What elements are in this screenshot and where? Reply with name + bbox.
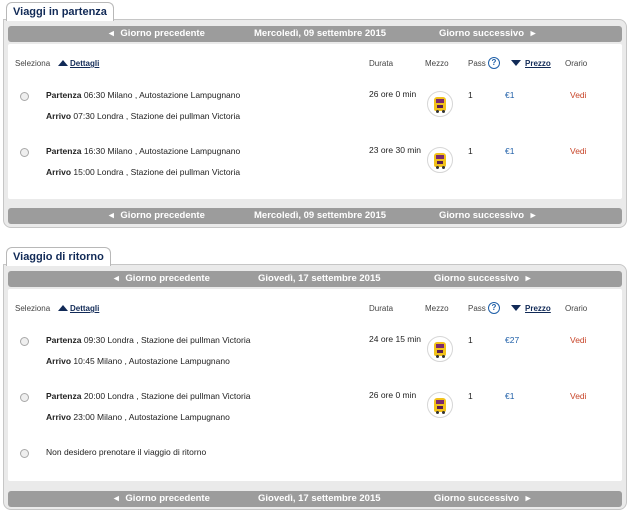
prev-day-link[interactable]: ◂ Giorno precedente — [114, 491, 210, 507]
arrival-text: Arrivo 15:00 Londra , Stazione dei pullm… — [46, 167, 241, 177]
sort-up-icon — [58, 305, 68, 311]
return-nav-bottom: ◂ Giorno precedente Giovedì, 17 settembr… — [8, 491, 622, 507]
duration-text: 26 ore 0 min — [369, 390, 417, 400]
select-radio[interactable] — [20, 92, 29, 101]
departure-text: Partenza 16:30 Milano , Autostazione Lam… — [46, 146, 241, 156]
select-radio[interactable] — [20, 393, 29, 402]
outbound-table: Seleziona Dettagli Durata Mezzo Pass ? P… — [8, 44, 622, 199]
vedi-link[interactable]: Vedi — [570, 146, 587, 156]
col-pass: Pass — [468, 59, 486, 68]
col-timetable: Orario — [565, 304, 588, 313]
arrival-text: Arrivo 07:30 Londra , Stazione dei pullm… — [46, 111, 241, 121]
chevron-right-icon: ▸ — [530, 28, 536, 39]
col-price-link[interactable]: Prezzo — [525, 59, 551, 68]
bus-icon — [427, 392, 453, 418]
duration-text: 26 ore 0 min — [369, 89, 417, 99]
pass-count: 1 — [468, 391, 473, 401]
no-return-label: Non desidero prenotare il viaggio di rit… — [46, 447, 207, 457]
prev-day-link[interactable]: ◂ Giorno precedente — [114, 271, 210, 287]
sort-down-icon — [511, 305, 521, 311]
sort-down-icon — [511, 60, 521, 66]
current-date: Mercoledì, 09 settembre 2015 — [254, 28, 387, 39]
select-radio[interactable] — [20, 148, 29, 157]
price-text: €1 — [505, 391, 515, 401]
current-date: Mercoledì, 09 settembre 2015 — [254, 210, 387, 221]
pass-count: 1 — [468, 90, 473, 100]
outbound-title: Viaggi in partenza — [13, 6, 107, 18]
outbound-tab: Viaggi in partenza — [6, 2, 114, 21]
current-date: Giovedì, 17 settembre 2015 — [258, 273, 381, 284]
vedi-link[interactable]: Vedi — [570, 90, 587, 100]
bus-icon — [427, 147, 453, 173]
vedi-link[interactable]: Vedi — [570, 335, 587, 345]
prev-day-link[interactable]: ◂ Giorno precedente — [109, 26, 205, 42]
departure-text: Partenza 20:00 Londra , Stazione dei pul… — [46, 391, 251, 401]
sort-up-icon — [58, 60, 68, 66]
chevron-right-icon: ▸ — [525, 493, 531, 504]
duration-text: 23 ore 30 min — [369, 145, 421, 155]
chevron-left-icon: ◂ — [109, 210, 114, 221]
arrival-text: Arrivo 10:45 Milano , Autostazione Lampu… — [46, 356, 230, 366]
col-select: Seleziona — [15, 304, 51, 313]
next-day-link[interactable]: Giorno successivo ▸ — [434, 491, 530, 507]
departure-text: Partenza 09:30 Londra , Stazione dei pul… — [46, 335, 251, 345]
col-vehicle: Mezzo — [425, 304, 449, 313]
chevron-right-icon: ▸ — [530, 210, 536, 221]
question-circle-icon[interactable]: ? — [488, 302, 500, 314]
col-timetable: Orario — [565, 59, 588, 68]
pass-count: 1 — [468, 335, 473, 345]
chevron-left-icon: ◂ — [109, 28, 114, 39]
col-vehicle: Mezzo — [425, 59, 449, 68]
departure-text: Partenza 06:30 Milano , Autostazione Lam… — [46, 90, 241, 100]
next-day-link[interactable]: Giorno successivo ▸ — [439, 26, 535, 42]
col-duration: Durata — [369, 304, 394, 313]
next-day-link[interactable]: Giorno successivo ▸ — [439, 208, 535, 224]
return-nav-top: ◂ Giorno precedente Giovedì, 17 settembr… — [8, 271, 622, 287]
outbound-section: ◂ Giorno precedente Mercoledì, 09 settem… — [3, 19, 627, 228]
arrival-text: Arrivo 23:00 Milano , Autostazione Lampu… — [46, 412, 230, 422]
select-radio[interactable] — [20, 337, 29, 346]
col-select: Seleziona — [15, 59, 51, 68]
duration-text: 24 ore 15 min — [369, 334, 421, 344]
bus-icon — [427, 336, 453, 362]
col-duration: Durata — [369, 59, 394, 68]
return-section: ◂ Giorno precedente Giovedì, 17 settembr… — [3, 264, 627, 510]
chevron-right-icon: ▸ — [525, 273, 531, 284]
price-text: €1 — [505, 146, 515, 156]
col-price-link[interactable]: Prezzo — [525, 304, 551, 313]
col-details-link[interactable]: Dettagli — [70, 304, 99, 313]
return-title: Viaggio di ritorno — [13, 251, 104, 263]
current-date: Giovedì, 17 settembre 2015 — [258, 493, 381, 504]
return-tab: Viaggio di ritorno — [6, 247, 111, 266]
price-text: €1 — [505, 90, 515, 100]
pass-count: 1 — [468, 146, 473, 156]
col-pass: Pass — [468, 304, 486, 313]
price-text: €27 — [505, 335, 520, 345]
return-table: Seleziona Dettagli Durata Mezzo Pass ? P… — [8, 289, 622, 481]
question-circle-icon[interactable]: ? — [488, 57, 500, 69]
chevron-left-icon: ◂ — [114, 273, 119, 284]
chevron-left-icon: ◂ — [114, 493, 119, 504]
prev-day-link[interactable]: ◂ Giorno precedente — [109, 208, 205, 224]
no-return-radio[interactable] — [20, 449, 29, 458]
outbound-nav-top: ◂ Giorno precedente Mercoledì, 09 settem… — [8, 26, 622, 42]
vedi-link[interactable]: Vedi — [570, 391, 587, 401]
col-details-link[interactable]: Dettagli — [70, 59, 99, 68]
bus-icon — [427, 91, 453, 117]
next-day-link[interactable]: Giorno successivo ▸ — [434, 271, 530, 287]
outbound-nav-bottom: ◂ Giorno precedente Mercoledì, 09 settem… — [8, 208, 622, 224]
